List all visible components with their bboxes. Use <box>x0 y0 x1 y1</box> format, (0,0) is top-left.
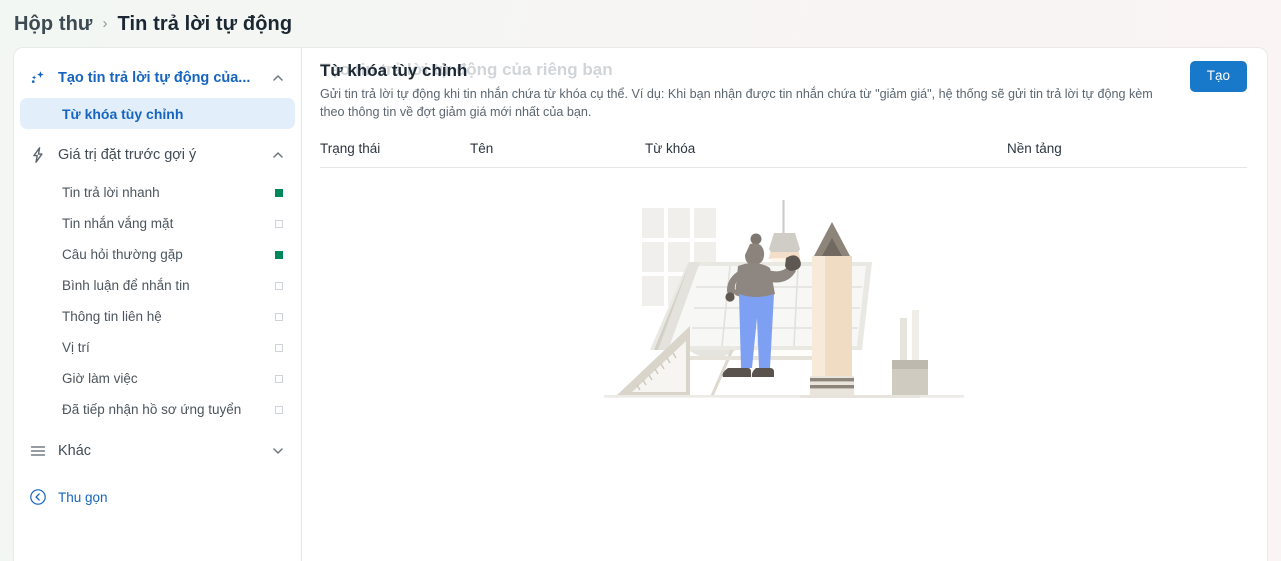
sidebar-item-tin-nhan-vang-mat[interactable]: Tin nhắn vắng mặt <box>20 208 295 239</box>
status-indicator-on <box>275 250 283 259</box>
sidebar-item-label: Câu hỏi thường gặp <box>62 247 183 262</box>
sidebar-item-label: Giờ làm việc <box>62 371 138 386</box>
status-indicator-off <box>275 312 283 321</box>
sidebar-item-tin-tra-loi-nhanh[interactable]: Tin trả lời nhanh <box>20 177 295 208</box>
sidebar-item-cau-hoi-thuong-gap[interactable]: Câu hỏi thường gặp <box>20 239 295 270</box>
sidebar-group-suggested-presets[interactable]: Giá trị đặt trước gợi ý <box>20 135 295 175</box>
table-header-row: Trạng thái Tên Từ khóa Nền tảng <box>320 141 1247 167</box>
sidebar-item-label: Đã tiếp nhận hồ sơ ứng tuyển <box>62 402 242 417</box>
breadcrumb-root-link[interactable]: Hộp thư <box>14 13 93 36</box>
sidebar-item-thong-tin-lien-he[interactable]: Thông tin liên hệ <box>20 301 295 332</box>
page-title: Tin trả lời tự động <box>117 12 293 35</box>
column-header-status: Trạng thái <box>320 140 381 156</box>
sidebar-item-label: Tin trả lời nhanh <box>62 185 160 200</box>
giant-pencil <box>809 221 854 396</box>
circle-chevron-left-icon <box>28 487 48 507</box>
collapse-sidebar-label: Thu gọn <box>58 489 108 505</box>
drafting-desk-illustration <box>603 199 964 398</box>
sparkle-icon <box>28 68 48 88</box>
sidebar-item-da-tiep-nhan-ho-so-ung-tuyen[interactable]: Đã tiếp nhận hồ sơ ứng tuyển <box>20 394 295 425</box>
sidebar-group-label: Giá trị đặt trước gợi ý <box>58 147 197 163</box>
sidebar-group-khac[interactable]: Khác <box>20 431 295 471</box>
sidebar-item-label: Từ khóa tùy chỉnh <box>62 105 184 122</box>
sidebar-item-label: Bình luận để nhắn tin <box>62 278 190 293</box>
status-indicator-off <box>275 374 283 383</box>
sidebar-group-label: Khác <box>58 443 92 459</box>
sidebar-item-label: Vị trí <box>62 340 90 355</box>
sidebar: Tạo tin trả lời tự động của... Từ khóa t… <box>14 48 302 561</box>
breadcrumb-separator-icon: › <box>102 15 108 32</box>
sidebar-item-binh-luan-de-nhan-tin[interactable]: Bình luận để nhắn tin <box>20 270 295 301</box>
status-indicator-off <box>275 219 283 228</box>
status-indicator-on <box>275 188 283 197</box>
main-header-text: Tạo tin trả lời tự động của riêng bạn Từ… <box>320 60 1190 122</box>
hanging-lamp <box>768 199 800 259</box>
panel-title: Từ khóa tùy chỉnh <box>320 61 468 80</box>
chevron-up-icon[interactable] <box>271 71 285 85</box>
column-header-keyword: Từ khóa <box>645 140 696 156</box>
empty-state <box>320 168 1247 415</box>
breadcrumb: Hộp thư › Tin trả lời tự động <box>0 0 1281 48</box>
lightning-icon <box>28 145 48 165</box>
collapse-sidebar-button[interactable]: Thu gọn <box>20 479 295 515</box>
main-header: Tạo tin trả lời tự động của riêng bạn Từ… <box>320 60 1247 122</box>
sidebar-item-vi-tri[interactable]: Vị trí <box>20 332 295 363</box>
sidebar-group-custom-autoreply[interactable]: Tạo tin trả lời tự động của... <box>20 58 295 98</box>
chevron-up-icon[interactable] <box>271 148 285 162</box>
column-header-name: Tên <box>470 140 494 156</box>
sidebar-item-tu-khoa-tuy-chinh[interactable]: Từ khóa tùy chỉnh <box>20 98 295 129</box>
hamburger-icon <box>28 441 48 461</box>
panel-description: Gửi tin trả lời tự động khi tin nhắn chứ… <box>320 87 1153 120</box>
content-shell: Tạo tin trả lời tự động của... Từ khóa t… <box>14 48 1267 561</box>
sidebar-group-label: Tạo tin trả lời tự động của... <box>58 70 251 86</box>
create-button[interactable]: Tạo <box>1189 61 1247 92</box>
status-indicator-off <box>275 405 283 414</box>
pencil-cup <box>891 309 928 395</box>
sidebar-item-label: Thông tin liên hệ <box>62 309 162 324</box>
sidebar-item-gio-lam-viec[interactable]: Giờ làm việc <box>20 363 295 394</box>
chevron-down-icon[interactable] <box>271 444 285 458</box>
status-indicator-off <box>275 281 283 290</box>
autoreply-table: Trạng thái Tên Từ khóa Nền tảng <box>320 141 1247 168</box>
sidebar-item-label: Tin nhắn vắng mặt <box>62 216 174 231</box>
status-indicator-off <box>275 343 283 352</box>
main-panel: Tạo tin trả lời tự động của riêng bạn Từ… <box>302 48 1267 561</box>
column-header-platform: Nền tảng <box>1007 140 1062 156</box>
